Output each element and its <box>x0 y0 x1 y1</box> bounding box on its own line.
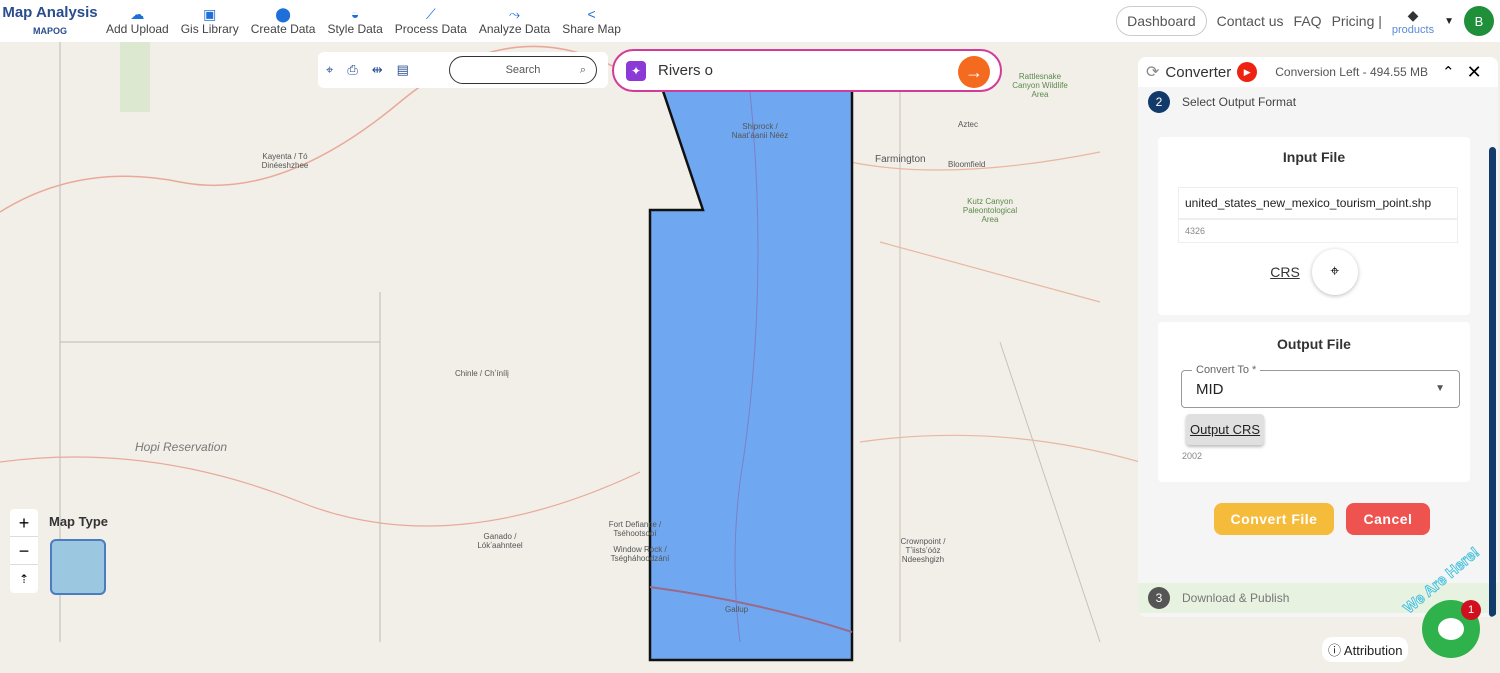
map-label: Gallup <box>725 605 749 614</box>
selected-region-polygon <box>648 80 854 662</box>
analyze-icon: ⤳ <box>508 6 521 22</box>
nav-gis-library[interactable]: ▣ Gis Library <box>175 6 245 36</box>
youtube-icon[interactable]: ▶ <box>1237 62 1258 82</box>
nav-process-data[interactable]: ⟋ Process Data <box>389 6 473 36</box>
pin-icon: ⬤ <box>275 6 291 22</box>
cloud-upload-icon: ☁ <box>130 6 145 22</box>
ai-query-input[interactable]: Rivers o <box>658 62 713 79</box>
submit-arrow-button[interactable]: → <box>958 56 990 88</box>
map-label: Shiprock / Naatʼáanii Nééz <box>731 122 789 140</box>
locate-icon[interactable]: ⌖ <box>326 62 333 78</box>
map-label: Chinle / Chʼínílį <box>455 369 509 378</box>
cancel-button[interactable]: Cancel <box>1346 503 1430 535</box>
crs-link[interactable]: CRS <box>1270 264 1300 280</box>
share-icon: < <box>587 6 596 22</box>
zoom-out-button[interactable]: − <box>10 537 38 565</box>
top-navbar: Map Analysis MAPOG ☁ Add Upload ▣ Gis Libra… <box>0 0 1500 42</box>
zoom-in-button[interactable]: + <box>10 509 38 537</box>
cube-icon: ◆ <box>1407 6 1419 23</box>
map-label: Window Rock / Tségháhoodzání <box>610 545 670 563</box>
map-label: Kayenta / Tó Dinéeshzhee <box>261 152 309 170</box>
input-crs-value: 4326 <box>1178 219 1458 243</box>
map-label: Hopi Reservation <box>135 440 228 454</box>
north-reset-button[interactable]: ⇡ <box>10 565 38 593</box>
convert-file-button[interactable]: Convert File <box>1214 503 1334 535</box>
step-2: 2 Select Output Format <box>1138 87 1498 117</box>
map-type-label: Map Type <box>49 514 108 529</box>
info-icon: ⓘ <box>1328 643 1342 658</box>
map-label: Kutz Canyon Paleontological Area <box>962 197 1018 224</box>
main-nav: ☁ Add Upload ▣ Gis Library ⬤ Create Data ◒ S… <box>100 6 627 36</box>
map-label: Fort Defiance / Tséhootsooí <box>608 520 662 538</box>
ai-query-bar[interactable]: ✦ Rivers o → <box>612 49 1002 92</box>
paint-icon: ◒ <box>350 6 360 22</box>
nav-share-map[interactable]: < Share Map <box>556 6 627 36</box>
map-label: Crownpoint / Tʼiistsʼóóz Ndeeshgizh <box>900 537 946 564</box>
map-label: Farmington <box>875 154 926 165</box>
nav-add-upload[interactable]: ☁ Add Upload <box>100 6 175 36</box>
map-label: Bloomfield <box>948 160 986 169</box>
output-crs-value: 2002 <box>1182 451 1203 461</box>
dropdown-arrow-icon: ▼ <box>1435 383 1445 394</box>
search-icon: ⌕ <box>579 63 586 76</box>
close-icon[interactable]: ✕ <box>1467 62 1482 83</box>
logo[interactable]: Map Analysis MAPOG <box>0 4 100 39</box>
refresh-icon: ⟳ <box>1146 64 1160 81</box>
library-icon: ▣ <box>203 6 217 22</box>
faq-link[interactable]: FAQ <box>1294 13 1322 29</box>
panel-scrollbar[interactable] <box>1489 147 1496 617</box>
process-icon: ⟋ <box>425 6 436 22</box>
search-input[interactable]: Search ⌕ <box>449 56 597 84</box>
dashboard-button[interactable]: Dashboard <box>1116 6 1207 36</box>
attribution-button[interactable]: ⓘ Attribution <box>1322 637 1409 662</box>
input-file-card: Input File united_states_new_mexico_tour… <box>1158 137 1470 315</box>
crs-scan-button[interactable]: ⌖ <box>1311 249 1358 295</box>
pricing-link[interactable]: Pricing | <box>1332 13 1382 29</box>
contact-link[interactable]: Contact us <box>1217 13 1284 29</box>
print-icon[interactable]: ⎙ <box>347 62 357 78</box>
zoom-controls: + − ⇡ <box>10 509 38 593</box>
collapse-icon[interactable]: ⌃ <box>1442 63 1455 81</box>
chat-bubble-icon <box>1438 618 1464 640</box>
converter-panel: ⟳ Converter ▶ Conversion Left - 494.55 M… <box>1138 57 1498 617</box>
output-file-card: Output File Convert To * MID ▼ Output CR… <box>1158 322 1470 482</box>
input-file-name: united_states_new_mexico_tourism_point.s… <box>1178 187 1458 219</box>
map-label: Rattlesnake Canyon Wildlife Area <box>1012 72 1068 99</box>
map-type-thumbnail[interactable] <box>50 539 106 595</box>
convert-to-select[interactable]: Convert To * MID ▼ <box>1181 364 1460 408</box>
measure-icon[interactable]: ⇹ <box>372 62 383 78</box>
caret-down-icon[interactable]: ▼ <box>1444 16 1454 27</box>
comment-icon[interactable]: ▤ <box>397 62 409 78</box>
products-menu[interactable]: ◆ products <box>1392 7 1434 36</box>
map-label: Ganado / Lókʼaahnteel <box>477 532 523 550</box>
nav-analyze-data[interactable]: ⤳ Analyze Data <box>473 6 556 36</box>
nav-style-data[interactable]: ◒ Style Data <box>321 6 388 36</box>
output-crs-button[interactable]: Output CRS <box>1186 414 1265 445</box>
nav-create-data[interactable]: ⬤ Create Data <box>245 6 322 36</box>
map-label: Aztec <box>958 120 979 129</box>
avatar[interactable]: B <box>1464 6 1494 36</box>
chat-notification-badge: 1 <box>1461 600 1481 620</box>
sparkle-icon: ✦ <box>626 60 646 81</box>
